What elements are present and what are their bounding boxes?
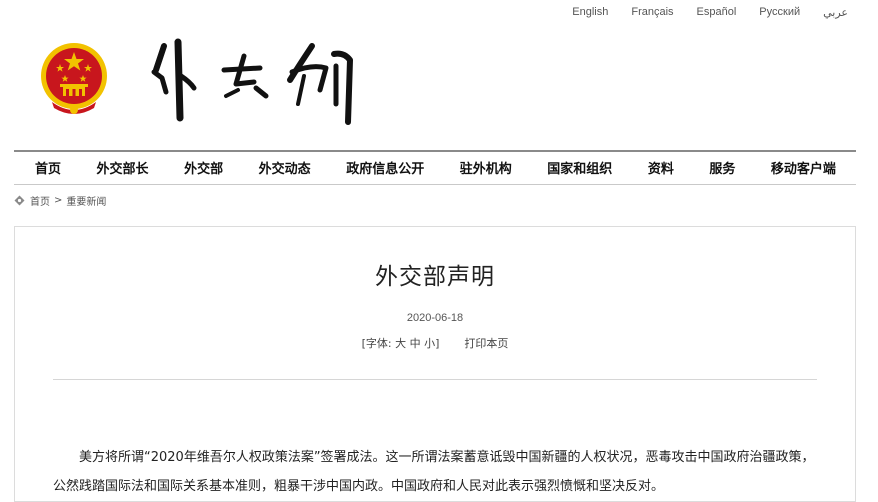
ministry-calligraphy-logo[interactable] xyxy=(140,26,370,136)
font-size-small-button[interactable]: 小] xyxy=(424,337,439,350)
nav-item-government-info[interactable]: 政府信息公开 xyxy=(346,158,424,177)
font-size-medium-button[interactable]: 中 xyxy=(410,337,421,350)
nav-item-minister[interactable]: 外交部长 xyxy=(97,158,149,177)
font-size-label: [字体: xyxy=(361,337,392,350)
nav-item-ministry[interactable]: 外交部 xyxy=(184,158,223,177)
nav-bottom-border xyxy=(14,184,856,185)
breadcrumb-current-link[interactable]: 重要新闻 xyxy=(66,193,106,208)
article-divider xyxy=(53,379,817,380)
national-emblem-icon[interactable] xyxy=(38,40,110,116)
article-paragraph: 美方将所谓“2020年维吾尔人权政策法案”签署成法。这一所谓法案蓄意诋毁中国新疆… xyxy=(53,450,815,494)
nav-item-home[interactable]: 首页 xyxy=(35,158,61,177)
lang-french-link[interactable]: Français xyxy=(631,6,673,19)
language-bar: English Français Español Русский عربي xyxy=(549,6,848,19)
article-title: 外交部声明 xyxy=(375,264,495,290)
location-icon xyxy=(14,195,25,206)
lang-english-link[interactable]: English xyxy=(572,6,608,19)
nav-item-missions-abroad[interactable]: 驻外机构 xyxy=(460,158,512,177)
article-date: 2020-06-18 xyxy=(406,312,464,324)
nav-item-countries[interactable]: 国家和组织 xyxy=(547,158,612,177)
nav-item-services[interactable]: 服务 xyxy=(709,158,735,177)
lang-arabic-link[interactable]: عربي xyxy=(823,6,848,19)
nav-item-mobile-client[interactable]: 移动客户端 xyxy=(771,158,836,177)
main-nav: 首页 外交部长 外交部 外交动态 政府信息公开 驻外机构 国家和组织 资料 服务… xyxy=(14,152,856,182)
breadcrumb-home-link[interactable]: 首页 xyxy=(30,193,50,208)
breadcrumb-separator: > xyxy=(54,195,63,206)
article-panel: 外交部声明 2020-06-18 [字体: 大 中 小] 打印本页 美方将所谓“… xyxy=(14,226,856,502)
nav-item-diplomatic-news[interactable]: 外交动态 xyxy=(259,158,311,177)
breadcrumb: 首页 > 重要新闻 xyxy=(14,193,106,208)
print-page-button[interactable]: 打印本页 xyxy=(464,337,508,350)
article-tools: [字体: 大 中 小] 打印本页 xyxy=(15,335,855,351)
nav-item-resources[interactable]: 资料 xyxy=(648,158,674,177)
lang-russian-link[interactable]: Русский xyxy=(759,6,800,19)
lang-spanish-link[interactable]: Español xyxy=(697,6,737,19)
font-size-large-button[interactable]: 大 xyxy=(395,337,406,350)
